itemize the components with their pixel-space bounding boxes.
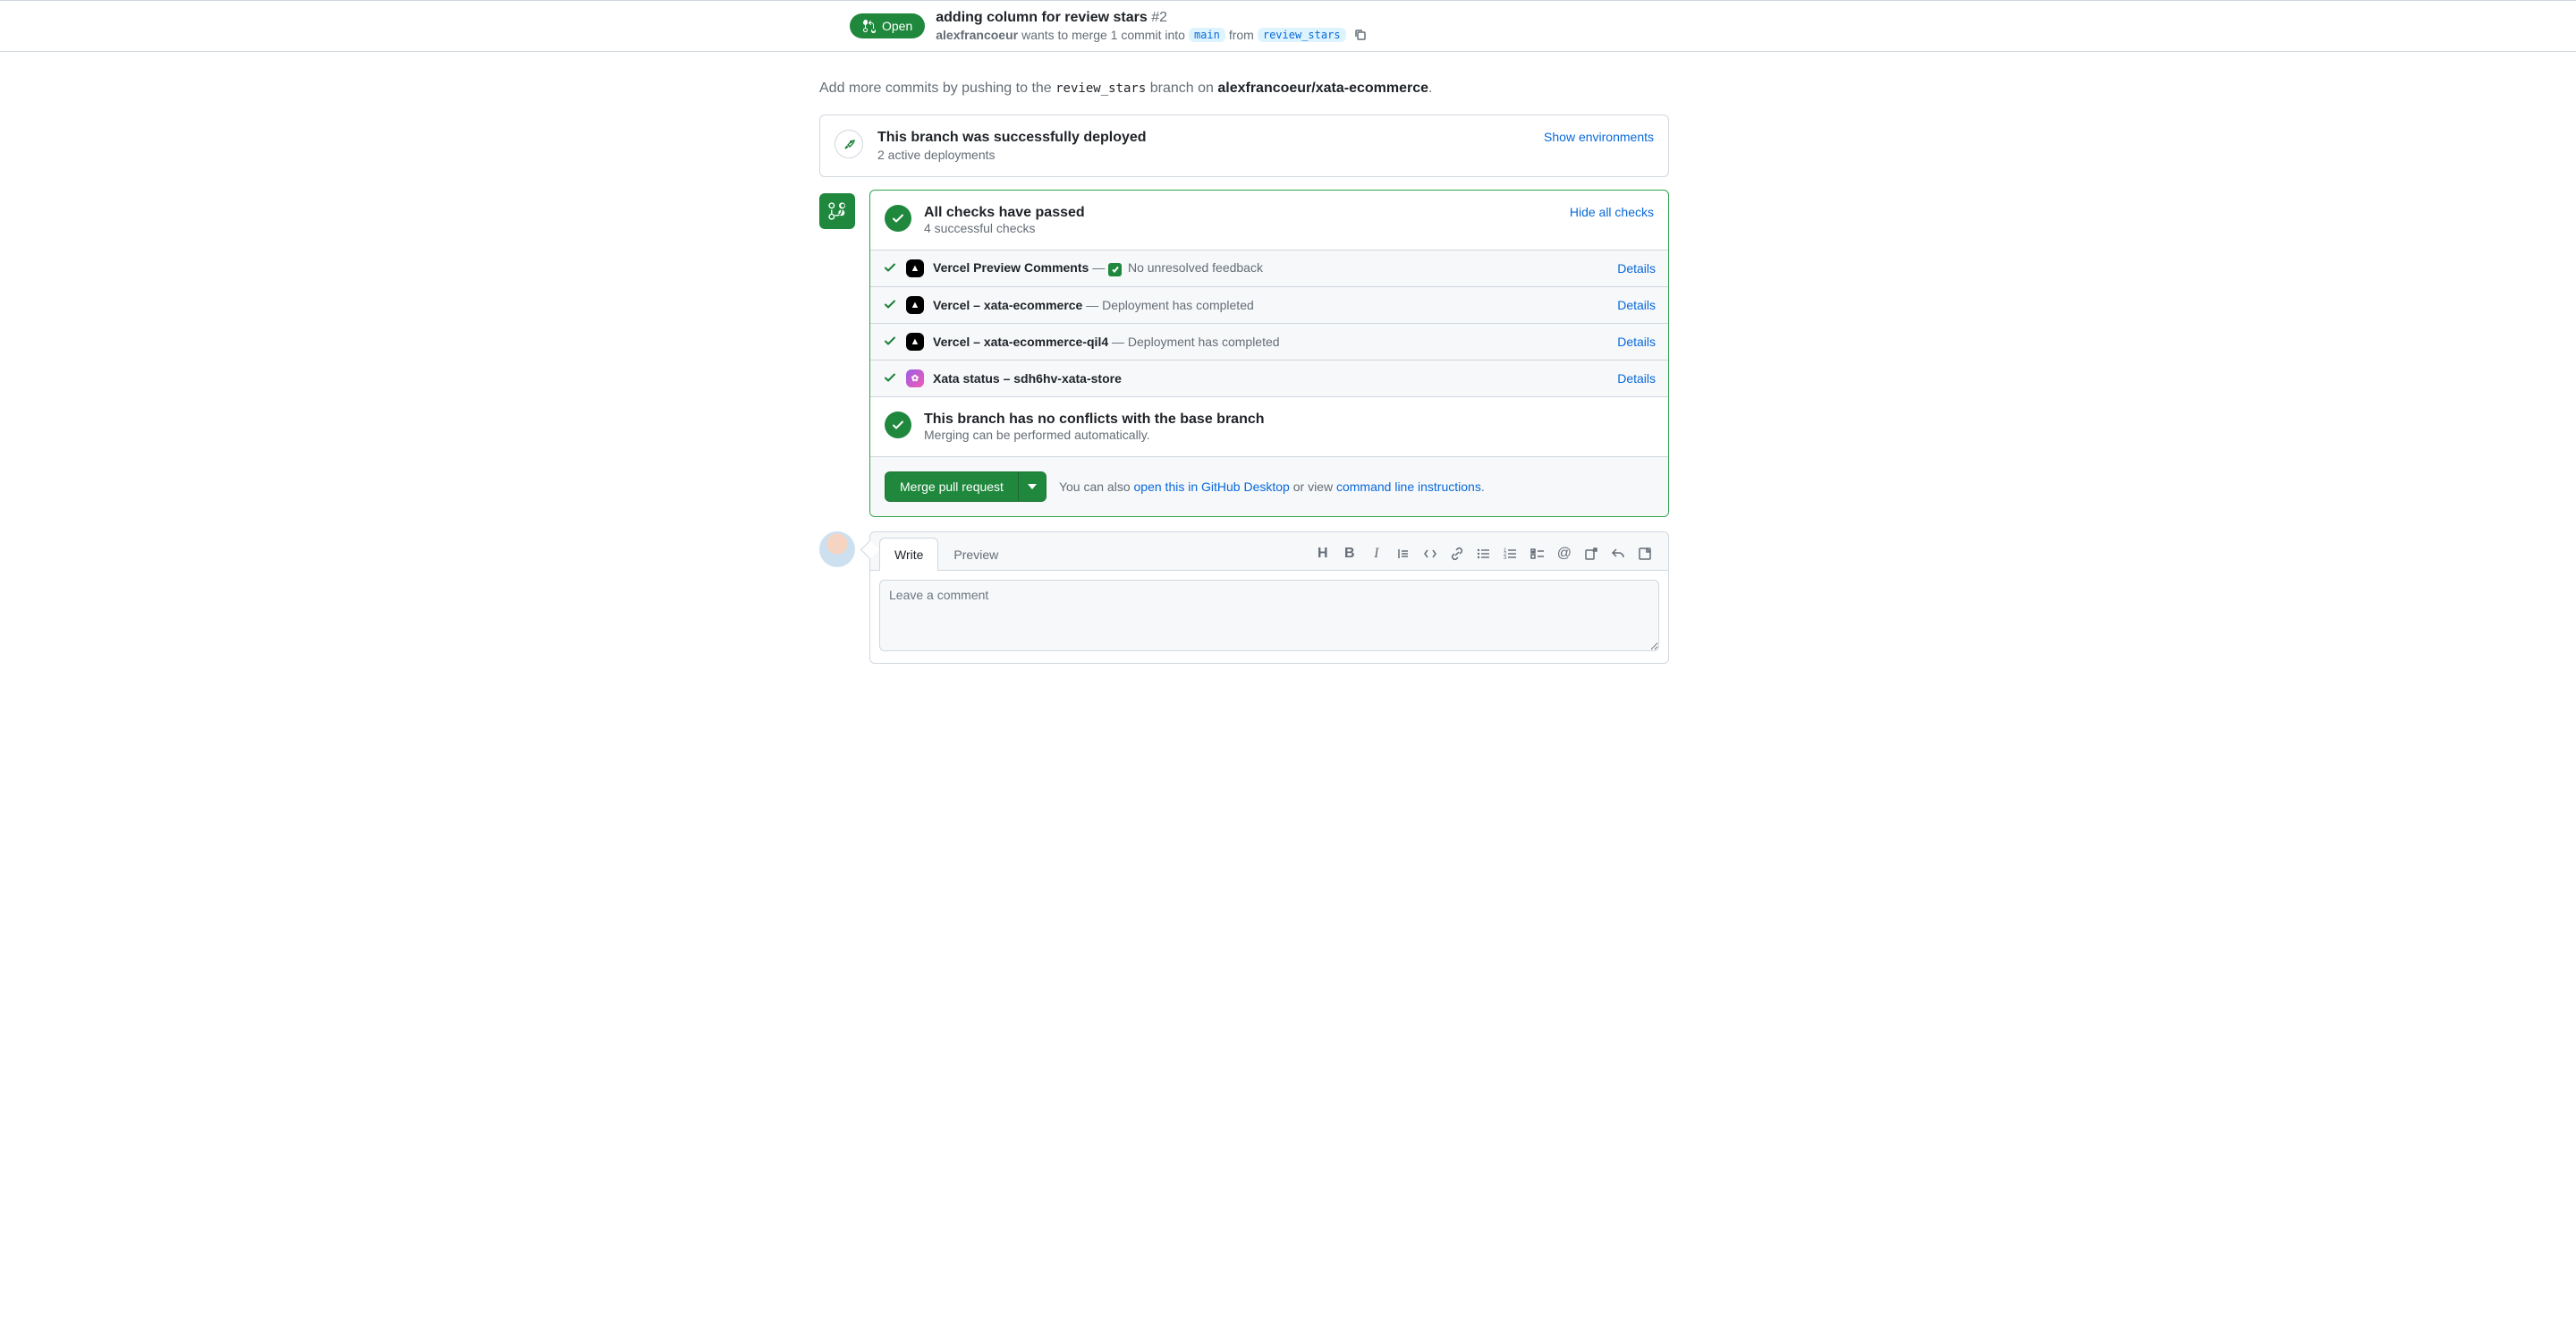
open-desktop-link[interactable]: open this in GitHub Desktop — [1134, 480, 1290, 494]
check-text: Vercel Preview Comments — No unresolved … — [933, 260, 1608, 276]
checks-title: All checks have passed — [924, 205, 1085, 221]
compare-branch[interactable]: review_stars — [1258, 28, 1346, 42]
vercel-icon: ▲ — [906, 333, 924, 351]
reply-icon[interactable] — [1611, 547, 1625, 561]
merge-timeline-icon — [819, 193, 855, 229]
italic-icon[interactable]: I — [1369, 547, 1384, 561]
rocket-icon — [835, 130, 863, 158]
check-text: Xata status – sdh6hv-xata-store — [933, 371, 1608, 386]
deployment-box: This branch was successfully deployed 2 … — [819, 115, 1669, 177]
tasklist-icon[interactable] — [1530, 547, 1545, 561]
merge-options-dropdown[interactable] — [1019, 471, 1046, 502]
heading-icon[interactable]: H — [1316, 547, 1330, 561]
details-link[interactable]: Details — [1617, 335, 1656, 349]
conflicts-sub: Merging can be performed automatically. — [924, 428, 1265, 442]
saved-reply-icon[interactable] — [1638, 547, 1652, 561]
ul-icon[interactable] — [1477, 547, 1491, 561]
details-link[interactable]: Details — [1617, 261, 1656, 276]
state-label: Open — [882, 19, 912, 33]
check-success-icon — [883, 334, 897, 351]
vercel-icon: ▲ — [906, 259, 924, 277]
code-icon[interactable] — [1423, 547, 1437, 561]
merge-status-box: All checks have passed 4 successful chec… — [869, 190, 1669, 517]
check-item: ▲ Vercel Preview Comments — No unresolved… — [870, 250, 1668, 287]
check-item: ✿ Xata status – sdh6hv-xata-store Details — [870, 361, 1668, 396]
check-success-icon — [883, 297, 897, 314]
check-badge-icon — [885, 205, 911, 232]
checks-list: ▲ Vercel Preview Comments — No unresolved… — [870, 250, 1668, 396]
conflicts-section: This branch has no conflicts with the ba… — [870, 396, 1668, 456]
xata-icon: ✿ — [906, 369, 924, 387]
base-branch[interactable]: main — [1189, 28, 1225, 42]
check-text: Vercel – xata-ecommerce — Deployment has… — [933, 298, 1608, 312]
check-text: Vercel – xata-ecommerce-qil4 — Deploymen… — [933, 335, 1608, 349]
write-tab[interactable]: Write — [879, 538, 938, 571]
merge-help-text: You can also open this in GitHub Desktop… — [1059, 480, 1485, 494]
markdown-toolbar: H B I 123 @ — [1316, 547, 1659, 561]
check-success-icon — [883, 260, 897, 277]
ol-icon[interactable]: 123 — [1504, 547, 1518, 561]
vercel-icon: ▲ — [906, 296, 924, 314]
pr-author: alexfrancoeur — [936, 28, 1018, 42]
comment-textarea[interactable] — [879, 580, 1659, 651]
resolved-check-icon — [1108, 263, 1122, 276]
deploy-title: This branch was successfully deployed — [877, 130, 1147, 146]
user-avatar[interactable] — [819, 531, 855, 567]
cli-instructions-link[interactable]: command line instructions — [1336, 480, 1481, 494]
quote-icon[interactable] — [1396, 547, 1411, 561]
mention-icon[interactable]: @ — [1557, 547, 1572, 561]
pr-branch-line: alexfrancoeur wants to merge 1 commit in… — [936, 28, 1367, 42]
deploy-sub: 2 active deployments — [877, 148, 1147, 162]
git-pull-request-icon — [862, 19, 877, 33]
comment-tabs: Write Preview H B I 123 @ — [870, 532, 1668, 571]
merge-button-group: Merge pull request — [885, 471, 1046, 502]
checks-header: All checks have passed 4 successful chec… — [870, 191, 1668, 250]
check-success-icon — [883, 370, 897, 387]
details-link[interactable]: Details — [1617, 298, 1656, 312]
checks-sub: 4 successful checks — [924, 221, 1085, 235]
merge-footer: Merge pull request You can also open thi… — [870, 456, 1668, 516]
pr-number: #2 — [1151, 10, 1167, 25]
bold-icon[interactable]: B — [1343, 547, 1357, 561]
hide-checks-link[interactable]: Hide all checks — [1570, 205, 1654, 219]
merge-pull-request-button[interactable]: Merge pull request — [885, 471, 1019, 502]
show-environments-link[interactable]: Show environments — [1544, 130, 1654, 144]
pr-state-badge: Open — [850, 13, 925, 38]
check-item: ▲ Vercel – xata-ecommerce-qil4 — Deployme… — [870, 324, 1668, 361]
preview-tab[interactable]: Preview — [938, 538, 1013, 571]
conflicts-title: This branch has no conflicts with the ba… — [924, 412, 1265, 428]
pr-title: adding column for review stars #2 — [936, 10, 1367, 26]
comment-row: Write Preview H B I 123 @ — [819, 531, 1669, 664]
cross-reference-icon[interactable] — [1584, 547, 1598, 561]
comment-box: Write Preview H B I 123 @ — [869, 531, 1669, 664]
caret-down-icon — [1028, 484, 1037, 489]
svg-text:3: 3 — [1504, 556, 1507, 561]
check-item: ▲ Vercel – xata-ecommerce — Deployment ha… — [870, 287, 1668, 324]
copy-icon[interactable] — [1353, 28, 1368, 42]
check-badge-icon — [885, 412, 911, 438]
link-icon[interactable] — [1450, 547, 1464, 561]
details-link[interactable]: Details — [1617, 371, 1656, 386]
pr-sticky-header: Open adding column for review stars #2 a… — [0, 0, 2576, 52]
push-help-text: Add more commits by pushing to the revie… — [819, 81, 1669, 97]
